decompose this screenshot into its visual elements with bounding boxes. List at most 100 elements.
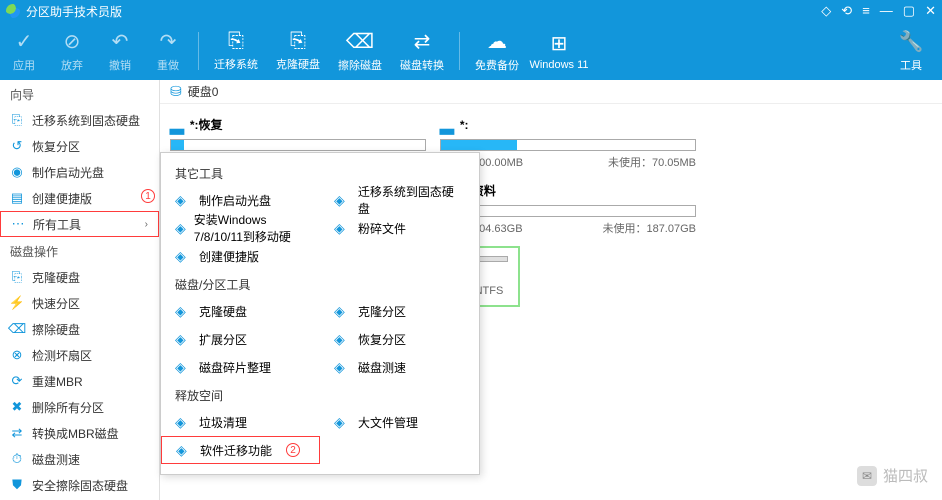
- popup-item[interactable]: ◈ 大文件管理: [320, 408, 479, 436]
- popup-item-label: 扩展分区: [199, 331, 247, 348]
- tool-icon: ◈: [175, 331, 191, 348]
- sidebar-item-to-mbr[interactable]: ⇄转换成MBR磁盘: [0, 420, 159, 446]
- skin-icon[interactable]: ◇: [821, 3, 831, 19]
- sidebar-head-disk: 磁盘操作: [0, 237, 159, 264]
- usage-bar: [170, 139, 426, 151]
- redo-button[interactable]: ↷重做: [144, 26, 192, 76]
- main-toolbar: ✓应用 ⊘放弃 ↶撤销 ↷重做 ⎘迁移系统 ⎘克隆硬盘 ⌫擦除磁盘 ⇄磁盘转换 …: [0, 22, 942, 80]
- tool-icon: ◈: [334, 220, 350, 237]
- tool-icon: ◈: [175, 303, 191, 320]
- popup-section-dp: 磁盘/分区工具: [161, 270, 479, 297]
- win11-button[interactable]: ⊞Windows 11: [528, 26, 590, 76]
- separator: [198, 32, 199, 70]
- tool-icon: ◈: [175, 359, 191, 376]
- popup-item-label: 克隆分区: [358, 303, 406, 320]
- chevron-right-icon: ›: [145, 219, 148, 230]
- disk-icon: ⛁: [170, 83, 182, 100]
- watermark: ✉ 猫四叔: [857, 465, 928, 486]
- popup-section-free: 释放空间: [161, 381, 479, 408]
- sidebar-item-all-tools[interactable]: ⋯所有工具›: [0, 211, 159, 237]
- popup-item-label: 磁盘碎片整理: [199, 359, 271, 376]
- close-icon[interactable]: ✕: [925, 3, 936, 19]
- sidebar-item-speed[interactable]: ⏱磁盘测速: [0, 446, 159, 472]
- sidebar-item-secure-erase[interactable]: ⛊安全擦除固态硬盘: [0, 472, 159, 498]
- tool-icon: ◈: [175, 220, 186, 237]
- popup-item[interactable]: ◈ 粉碎文件: [320, 214, 479, 242]
- tool-icon: ◈: [176, 442, 192, 459]
- popup-item-label: 垃圾清理: [199, 414, 247, 431]
- sidebar-item-clone-disk[interactable]: ⎘克隆硬盘: [0, 264, 159, 290]
- popup-item[interactable]: ◈ 迁移系统到固态硬盘: [320, 186, 479, 214]
- minimize-icon[interactable]: —: [880, 3, 893, 19]
- tool-icon: ◈: [175, 192, 191, 209]
- drive-icon: ▂: [440, 114, 454, 135]
- refresh-icon[interactable]: ⟲: [841, 3, 852, 19]
- popup-item[interactable]: ◈ 恢复分区: [320, 325, 479, 353]
- sidebar-item-wipe-disk[interactable]: ⌫擦除硬盘: [0, 316, 159, 342]
- tool-icon: ◈: [334, 331, 350, 348]
- popup-section-other: 其它工具: [161, 159, 479, 186]
- sidebar-item-boot-disc[interactable]: ◉制作启动光盘: [0, 159, 159, 185]
- maximize-icon[interactable]: ▢: [903, 3, 915, 19]
- popup-item-label: 大文件管理: [358, 414, 418, 431]
- sidebar-item-portable[interactable]: ▤创建便捷版1: [0, 185, 159, 211]
- popup-item[interactable]: ◈ 创建便捷版: [161, 242, 320, 270]
- popup-item-label: 恢复分区: [358, 331, 406, 348]
- window-controls: ◇ ⟲ ≡ — ▢ ✕: [821, 3, 936, 19]
- popup-item[interactable]: ◈ 磁盘测速: [320, 353, 479, 381]
- tool-icon: ◈: [334, 192, 350, 209]
- popup-item[interactable]: ◈ 垃圾清理: [161, 408, 320, 436]
- separator: [459, 32, 460, 70]
- usage-bar: [440, 139, 696, 151]
- convert-button[interactable]: ⇄磁盘转换: [391, 26, 453, 76]
- discard-button[interactable]: ⊘放弃: [48, 26, 96, 76]
- volume-name: *:恢复: [190, 116, 223, 133]
- unused-label: 未使用：70.05MB: [608, 154, 696, 170]
- badge-2: 2: [286, 443, 300, 457]
- popup-item[interactable]: ◈ 磁盘碎片整理: [161, 353, 320, 381]
- all-tools-popup: 其它工具 ◈制作启动光盘 ◈迁移系统到固态硬盘 ◈安装Windows 7/8/1…: [160, 152, 480, 475]
- sidebar-item-migrate-ssd[interactable]: ⎘迁移系统到固态硬盘: [0, 107, 159, 133]
- titlebar: 分区助手技术员版 ◇ ⟲ ≡ — ▢ ✕: [0, 0, 942, 22]
- volume-name: *:: [460, 118, 469, 132]
- sidebar-item-recover[interactable]: ↺恢复分区: [0, 133, 159, 159]
- drive-icon: ▂: [170, 114, 184, 135]
- app-logo-icon: [6, 4, 20, 18]
- breadcrumb: ⛁硬盘0: [160, 80, 942, 104]
- popup-item-label: 软件迁移功能: [200, 442, 272, 459]
- sidebar-item-rebuild-mbr[interactable]: ⟳重建MBR: [0, 368, 159, 394]
- wechat-icon: ✉: [857, 466, 877, 486]
- popup-item-label: 粉碎文件: [358, 220, 406, 237]
- tool-icon: ◈: [175, 414, 191, 431]
- tool-icon: ◈: [334, 359, 350, 376]
- popup-item-label: 迁移系统到固态硬盘: [358, 183, 465, 217]
- sidebar-item-bad-sector[interactable]: ⊗检测坏扇区: [0, 342, 159, 368]
- popup-item-label: 磁盘测速: [358, 359, 406, 376]
- tools-button[interactable]: 🔧工具: [880, 26, 942, 76]
- sidebar-item-quick-part[interactable]: ⚡快速分区: [0, 290, 159, 316]
- tool-icon: ◈: [175, 248, 191, 265]
- popup-item-label: 安装Windows 7/8/10/11到移动硬: [194, 211, 306, 245]
- undo-button[interactable]: ↶撤销: [96, 26, 144, 76]
- apply-button[interactable]: ✓应用: [0, 26, 48, 76]
- backup-button[interactable]: ☁免费备份: [466, 26, 528, 76]
- badge-1: 1: [141, 189, 155, 203]
- sidebar-head-wizard: 向导: [0, 80, 159, 107]
- menu-icon[interactable]: ≡: [862, 3, 870, 19]
- unused-label: 未使用：187.07GB: [602, 220, 696, 236]
- popup-item[interactable]: ◈ 扩展分区: [161, 325, 320, 353]
- wipe-button[interactable]: ⌫擦除磁盘: [329, 26, 391, 76]
- popup-item[interactable]: ◈ 软件迁移功能 2: [161, 436, 320, 464]
- migrate-button[interactable]: ⎘迁移系统: [205, 26, 267, 76]
- popup-item-label: 创建便捷版: [199, 248, 259, 265]
- popup-item[interactable]: ◈ 安装Windows 7/8/10/11到移动硬: [161, 214, 320, 242]
- popup-item[interactable]: ◈克隆硬盘: [161, 297, 320, 325]
- clone-button[interactable]: ⎘克隆硬盘: [267, 26, 329, 76]
- app-title: 分区助手技术员版: [26, 3, 122, 20]
- popup-item[interactable]: ◈ 克隆分区: [320, 297, 479, 325]
- popup-item-label: 制作启动光盘: [199, 192, 271, 209]
- popup-item[interactable]: ◈ 制作启动光盘: [161, 186, 320, 214]
- tool-icon: ◈: [334, 414, 350, 431]
- tool-icon: ◈: [334, 303, 350, 320]
- sidebar-item-delete-all[interactable]: ✖删除所有分区: [0, 394, 159, 420]
